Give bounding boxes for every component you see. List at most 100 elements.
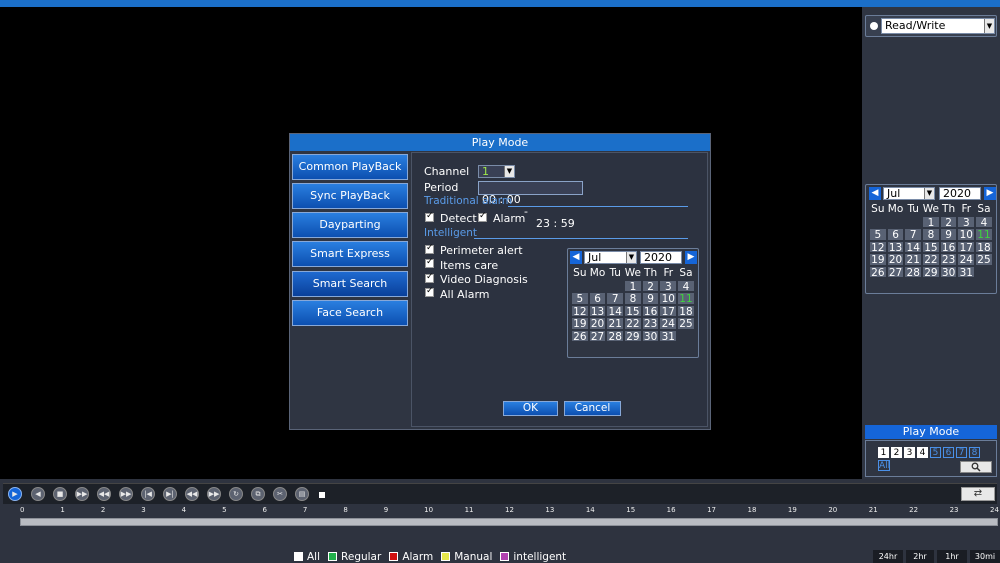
slow-play-icon[interactable]: ▶▶ [75,487,89,501]
legend-item[interactable]: Alarm [389,551,437,563]
calendar-day[interactable]: 28 [904,265,923,278]
menu-smart-search[interactable]: Smart Search [292,271,408,297]
calendar-day[interactable]: 10 [957,228,976,241]
next-frame-icon[interactable]: ▶| [163,487,177,501]
calendar-day[interactable]: 29 [922,265,940,278]
backup-icon[interactable]: ▤ [295,487,309,501]
calendar-day[interactable]: 6 [886,228,905,241]
calendar-day[interactable]: 7 [606,292,625,305]
stop-icon[interactable]: ■ [53,487,67,501]
calendar-day[interactable]: 24 [659,317,678,330]
calendar-day[interactable]: 5 [571,292,589,305]
calendar-day[interactable]: 12 [571,304,589,317]
timeline-bar[interactable] [20,518,998,526]
menu-common-playback[interactable]: Common PlayBack [292,154,408,180]
mode-radio[interactable] [870,22,878,30]
calendar-day[interactable]: 17 [659,304,678,317]
calendar-day[interactable]: 9 [641,292,660,305]
menu-dayparting[interactable]: Dayparting [292,212,408,238]
channel-button[interactable]: 3 [904,447,915,458]
calendar-day[interactable]: 23 [939,253,958,266]
calendar-day[interactable]: 28 [606,329,625,342]
channel-button[interactable]: 2 [891,447,902,458]
calendar-day[interactable]: 1 [922,215,940,228]
channel-select[interactable]: 1 ▼ [478,165,515,178]
next-file-icon[interactable]: ▶▶ [207,487,221,501]
calendar-day[interactable]: 20 [588,317,607,330]
calendar-day[interactable]: 23 [641,317,660,330]
scale-1hr-button[interactable]: 1hr [937,550,967,563]
calendar-day[interactable]: 4 [975,215,993,228]
calendar-day[interactable]: 30 [939,265,958,278]
legend-checkbox[interactable] [389,552,399,561]
calendar-day[interactable]: 14 [606,304,625,317]
calendar-day[interactable]: 14 [904,240,923,253]
channel-button[interactable]: 1 [878,447,889,458]
scale-30mi-button[interactable]: 30mi [970,550,1000,563]
video-diagnosis-checkbox[interactable] [425,272,434,283]
play-mode-button[interactable]: Play Mode [865,425,997,439]
calendar-day[interactable]: 11 [677,292,695,305]
calendar-day[interactable]: 12 [869,240,887,253]
refresh-icon[interactable]: ⇄ [961,487,995,501]
calendar-day[interactable]: 26 [571,329,589,342]
calendar-day[interactable]: 25 [975,253,993,266]
calendar-day[interactable]: 5 [869,228,887,241]
calendar-day[interactable]: 31 [957,265,976,278]
calendar-day[interactable]: 29 [624,329,642,342]
legend-item[interactable]: Manual [441,551,496,563]
previous-frame-icon[interactable]: |◀ [141,487,155,501]
fullscreen-icon[interactable]: ⧉ [251,487,265,501]
next-month-icon[interactable]: ▶ [984,187,996,200]
alarm-checkbox[interactable] [478,211,487,222]
calendar-day[interactable]: 30 [641,329,660,342]
reverse-play-icon[interactable]: ◀ [31,487,45,501]
rewind-icon[interactable]: ◀◀ [97,487,111,501]
calendar-day[interactable]: 2 [641,279,660,292]
menu-face-search[interactable]: Face Search [292,300,408,326]
perimeter-alert-checkbox[interactable] [425,243,434,254]
calendar-day[interactable]: 22 [922,253,940,266]
calendar-day[interactable]: 21 [904,253,923,266]
clip-icon[interactable]: ✂ [273,487,287,501]
scale-24hr-button[interactable]: 24hr [873,550,903,563]
calendar-day[interactable]: 7 [904,228,923,241]
calendar-day[interactable]: 26 [869,265,887,278]
calendar-day[interactable]: 13 [886,240,905,253]
next-month-icon[interactable]: ▶ [685,251,697,264]
menu-sync-playback[interactable]: Sync PlayBack [292,183,408,209]
calendar-day[interactable]: 19 [869,253,887,266]
channel-button[interactable]: 8 [969,447,980,458]
calendar-day[interactable]: 9 [939,228,958,241]
calendar-day[interactable]: 3 [659,279,678,292]
prev-month-icon[interactable]: ◀ [869,187,881,200]
mode-select[interactable]: Read/Write ▼ [881,18,995,34]
calendar-day[interactable]: 10 [659,292,678,305]
calendar-day[interactable]: 31 [659,329,678,342]
all-alarm-checkbox[interactable] [425,286,434,297]
previous-file-icon[interactable]: ◀◀ [185,487,199,501]
legend-checkbox[interactable] [500,552,510,561]
calendar-day[interactable]: 25 [677,317,695,330]
legend-item[interactable]: All [294,551,324,563]
calendar-day[interactable]: 19 [571,317,589,330]
search-button[interactable] [960,461,992,473]
all-channels-button[interactable]: All [878,460,890,471]
calendar-day[interactable]: 15 [922,240,940,253]
year-field[interactable]: 2020 [939,187,981,200]
calendar-day[interactable]: 27 [886,265,905,278]
calendar-day[interactable]: 11 [975,228,993,241]
loop-icon[interactable]: ↻ [229,487,243,501]
calendar-day[interactable]: 22 [624,317,642,330]
calendar-day[interactable]: 16 [641,304,660,317]
legend-item[interactable]: Regular [328,551,385,563]
channel-button[interactable]: 5 [930,447,941,458]
ok-button[interactable]: OK [503,401,558,416]
calendar-day[interactable]: 18 [677,304,695,317]
calendar-day[interactable]: 24 [957,253,976,266]
calendar-day[interactable]: 15 [624,304,642,317]
calendar-day[interactable]: 6 [588,292,607,305]
legend-item[interactable]: intelligent [500,551,570,563]
calendar-day[interactable]: 20 [886,253,905,266]
menu-smart-express[interactable]: Smart Express [292,241,408,267]
